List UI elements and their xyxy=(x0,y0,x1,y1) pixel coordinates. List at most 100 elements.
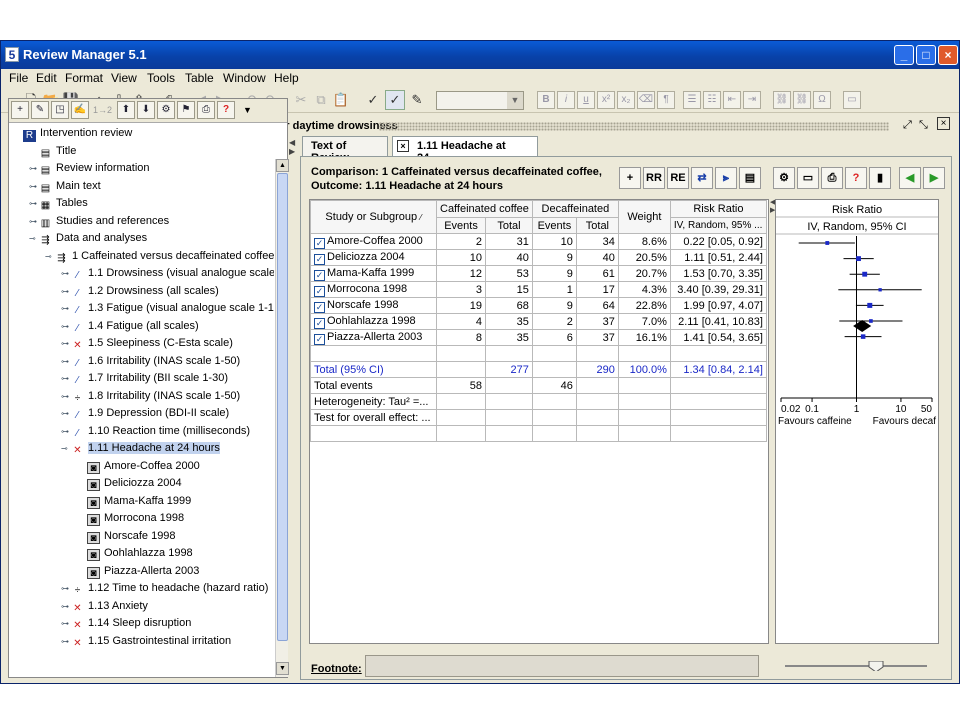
table-row[interactable]: ✓ Piazza-Allerta 2003 8 35 6 37 16.1% 1.41 [0.5… xyxy=(310,329,767,346)
tree-item[interactable]: ⊶ ✕ 1.13 Anxiety xyxy=(61,598,148,615)
tree-item[interactable]: R Intervention review xyxy=(13,125,132,142)
close-doc-icon[interactable]: × xyxy=(937,117,950,130)
properties-icon[interactable]: ⚙ xyxy=(773,167,795,189)
menu-edit[interactable]: Edit xyxy=(36,71,57,85)
underline-icon[interactable]: u xyxy=(577,91,595,109)
print-icon[interactable]: ⎙ xyxy=(821,167,843,189)
book-icon[interactable]: ▮ xyxy=(869,167,891,189)
close-button[interactable]: × xyxy=(938,45,958,65)
tab-headache-analysis[interactable]: × 1.11 Headache at 24... xyxy=(392,136,538,164)
notes-icon[interactable]: ✍ xyxy=(71,101,89,119)
tree-item[interactable]: ⊶ ▦ Tables xyxy=(29,195,88,212)
highlight-icon[interactable]: ✎ xyxy=(407,90,427,110)
tree-item[interactable]: ⊶ ⁄ 1.7 Irritability (BII scale 1-30) xyxy=(61,370,228,387)
add-study-icon[interactable]: + xyxy=(619,167,641,189)
tree-item[interactable]: ⊸ ⇶ 1 Caffeinated versus decaffeinated cof… xyxy=(45,248,274,265)
rr-button[interactable]: RR xyxy=(643,167,665,189)
expand-toggle-icon[interactable]: ⊶ xyxy=(61,265,71,282)
menu-view[interactable]: View xyxy=(111,71,137,85)
expand-toggle-icon[interactable]: ⊶ xyxy=(61,300,71,317)
style-select[interactable]: ▼ xyxy=(436,91,524,110)
copy-icon[interactable]: ⧉ xyxy=(311,90,331,110)
expand-toggle-icon[interactable]: ⊸ xyxy=(45,248,55,265)
swap-icon[interactable]: ⇄ xyxy=(691,167,713,189)
flag-icon[interactable]: ⚑ xyxy=(177,101,195,119)
expand-toggle-icon[interactable]: ⊶ xyxy=(29,195,39,212)
slider-thumb[interactable] xyxy=(868,661,884,671)
tree-scrollbar[interactable]: ▲ ▼ xyxy=(275,159,289,677)
footnote-field[interactable] xyxy=(365,655,759,677)
tree-item[interactable]: ⊶ ▤ Review information xyxy=(29,160,150,177)
tree-study-item[interactable]: ◙ Piazza-Allerta 2003 xyxy=(77,563,199,580)
include-checkbox[interactable]: ✓ xyxy=(314,333,325,345)
tree-item[interactable]: ⊶ ▤ Main text xyxy=(29,178,101,195)
subscript-icon[interactable]: x₂ xyxy=(617,91,635,109)
menu-file[interactable]: File xyxy=(9,71,28,85)
minimize-button[interactable]: _ xyxy=(894,45,914,65)
include-checkbox[interactable]: ✓ xyxy=(314,253,325,265)
tree-item[interactable]: ⊶ ⁄ 1.2 Drowsiness (all scales) xyxy=(61,283,219,300)
expand-toggle-icon[interactable]: ⊶ xyxy=(61,580,71,597)
undock-icon[interactable]: ⤢ xyxy=(903,119,912,132)
italic-icon[interactable]: i xyxy=(557,91,575,109)
expand-toggle-icon[interactable]: ⊶ xyxy=(61,318,71,335)
tree-item[interactable]: ⊶ ⁄ 1.6 Irritability (INAS scale 1-50) xyxy=(61,353,240,370)
collapse-left-icon[interactable]: ◀ ▶ xyxy=(289,138,295,156)
settings-icon[interactable]: ⚙ xyxy=(157,101,175,119)
maximize-doc-icon[interactable]: ⤡ xyxy=(919,119,928,132)
include-checkbox[interactable]: ✓ xyxy=(314,317,325,329)
expand-toggle-icon[interactable]: ⊶ xyxy=(61,335,71,352)
tree-item[interactable]: ⊸ ⇶ Data and analyses xyxy=(29,230,147,247)
menu-window[interactable]: Window xyxy=(223,71,266,85)
clear-format-icon[interactable]: ⌫ xyxy=(637,91,655,109)
title-bar[interactable]: 5 Review Manager 5.1 _ □ × xyxy=(1,41,959,69)
chevron-down-icon[interactable]: ▼ xyxy=(243,105,252,115)
expand-toggle-icon[interactable]: ⊶ xyxy=(29,178,39,195)
help-icon[interactable]: ? xyxy=(845,167,867,189)
col-study[interactable]: Study or Subgroup ⁄ xyxy=(310,200,437,234)
overall-effect-label[interactable]: Test for overall effect: ... xyxy=(310,409,437,426)
paste-icon[interactable]: 📋 xyxy=(331,90,351,110)
outdent-icon[interactable]: ⇤ xyxy=(723,91,741,109)
scroll-up-icon[interactable]: ▲ xyxy=(276,159,289,172)
tree-item[interactable]: ⊶ ÷ 1.8 Irritability (INAS scale 1-50) xyxy=(61,388,240,405)
expand-toggle-icon[interactable]: ⊶ xyxy=(29,213,39,230)
omega-icon[interactable]: Ω xyxy=(813,91,831,109)
tree-item[interactable]: ⊶ ÷ 1.12 Time to headache (hazard ratio) xyxy=(61,580,268,597)
previous-icon[interactable]: ◀ xyxy=(899,167,921,189)
table-row[interactable]: ✓ Mama-Kaffa 1999 12 53 9 61 20.7% 1.53 [0.70, … xyxy=(310,265,767,282)
table-row[interactable]: ✓ Oohlahlazza 1998 4 35 2 37 7.0% 2.11 [0.41, 1… xyxy=(310,313,767,330)
expand-toggle-icon[interactable]: ⊶ xyxy=(61,423,71,440)
numbering-icon[interactable]: 1→2 xyxy=(93,105,112,115)
tree-item[interactable]: ⊶ ⁄ 1.3 Fatigue (visual analogue scale 1-1… xyxy=(61,300,274,317)
table-row[interactable]: ✓ Amore-Coffea 2000 2 31 10 34 8.6% 0.22 [0.05,… xyxy=(310,233,767,250)
tree-item[interactable]: ⊶ ✕ 1.15 Gastrointestinal irritation xyxy=(61,633,231,650)
menu-help[interactable]: Help xyxy=(274,71,299,85)
next-icon[interactable]: ▶ xyxy=(923,167,945,189)
numbered-list-icon[interactable]: ☷ xyxy=(703,91,721,109)
maximize-button[interactable]: □ xyxy=(916,45,936,65)
scroll-thumb[interactable] xyxy=(277,173,288,641)
expand-toggle-icon[interactable]: ⊸ xyxy=(61,440,71,457)
table-row[interactable]: ✓ Morrocona 1998 3 15 1 17 4.3% 3.40 [0.39, 29.… xyxy=(310,281,767,298)
heterogeneity-label[interactable]: Heterogeneity: Tau² =... xyxy=(310,393,437,410)
move-down-icon[interactable]: ⬇ xyxy=(137,101,155,119)
tree-item[interactable]: ⊸ ✕ 1.11 Headache at 24 hours xyxy=(61,440,220,457)
include-checkbox[interactable]: ✓ xyxy=(314,237,325,249)
re-button[interactable]: RE xyxy=(667,167,689,189)
symbol-icon[interactable]: ¶ xyxy=(657,91,675,109)
expand-toggle-icon[interactable]: ⊶ xyxy=(29,160,39,177)
tree-study-item[interactable]: ◙ Amore-Coffea 2000 xyxy=(77,458,200,475)
menu-format[interactable]: Format xyxy=(65,71,103,85)
tree-study-item[interactable]: ◙ Mama-Kaffa 1999 xyxy=(77,493,191,510)
include-checkbox[interactable]: ✓ xyxy=(314,285,325,297)
bold-icon[interactable]: B xyxy=(537,91,555,109)
tab-text-of-review[interactable]: Text of Review xyxy=(302,136,388,164)
col-weight[interactable]: Weight xyxy=(617,200,671,234)
expand-toggle-icon[interactable]: ⊶ xyxy=(61,283,71,300)
autospell-icon[interactable]: ✓ xyxy=(385,90,405,110)
table-insert-icon[interactable]: ▭ xyxy=(843,91,861,109)
spellcheck-icon[interactable]: ✓ xyxy=(363,90,383,110)
forest-plot-icon[interactable]: ⫸ xyxy=(715,167,737,189)
tree-study-item[interactable]: ◙ Morrocona 1998 xyxy=(77,510,184,527)
